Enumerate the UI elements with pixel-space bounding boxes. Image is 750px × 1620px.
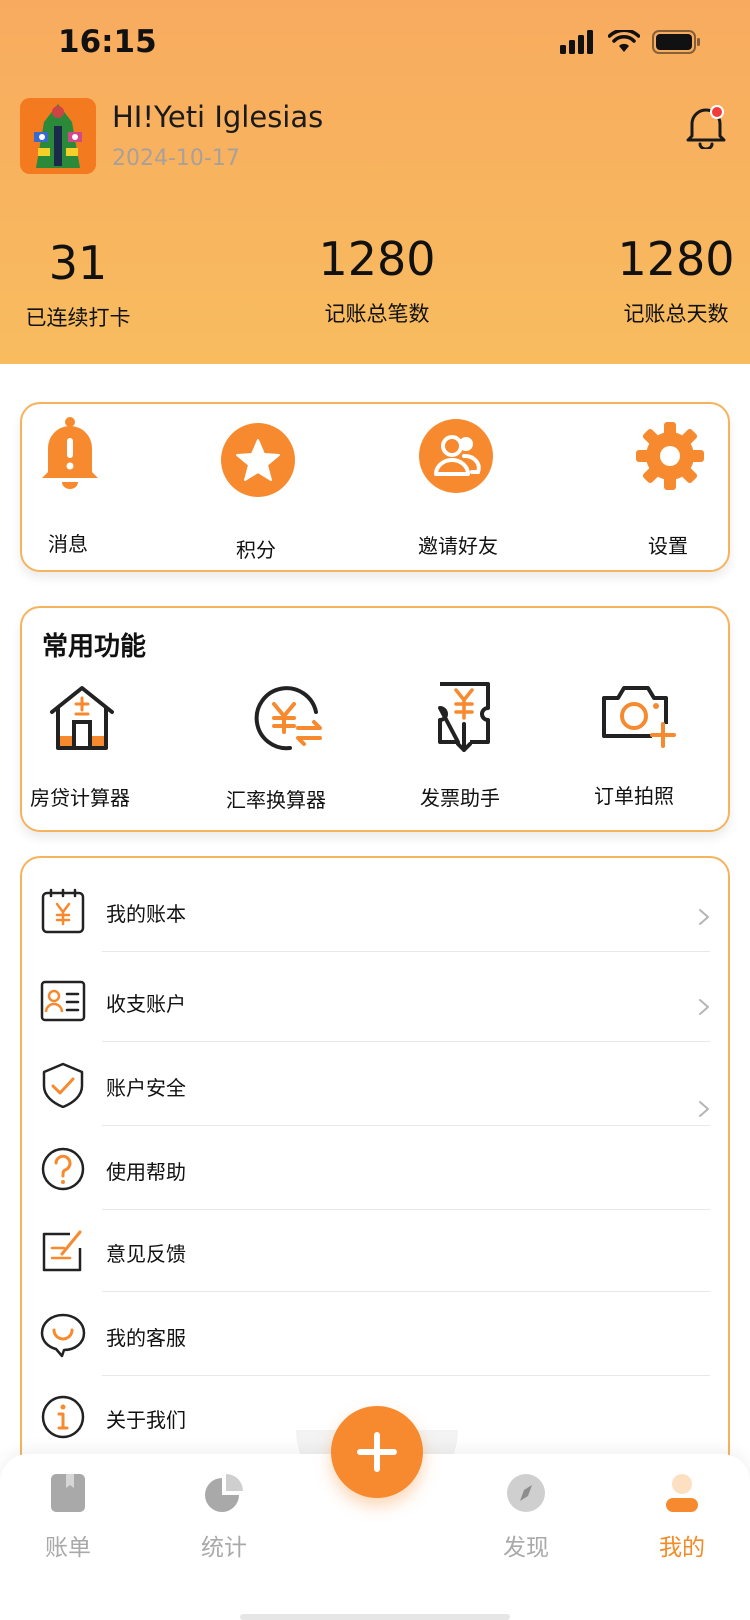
menu-item-help[interactable]: 使用帮助 xyxy=(22,1126,728,1210)
stat-label: 已连续打卡 xyxy=(25,306,131,330)
tab-label: 发现 xyxy=(503,1535,549,1561)
info-icon xyxy=(41,1395,85,1439)
menu-item-label: 我的客服 xyxy=(106,1326,186,1350)
function-label: 房贷计算器 xyxy=(30,786,130,810)
menu-item-label: 账户安全 xyxy=(106,1076,186,1100)
menu-item-my-ledger[interactable]: 我的账本 xyxy=(22,868,728,952)
menu-item-customer-service[interactable]: 我的客服 xyxy=(22,1292,728,1376)
users-icon xyxy=(419,419,493,493)
quick-action-label: 邀请好友 xyxy=(418,534,498,558)
function-label: 发票助手 xyxy=(420,786,500,810)
quick-action-label: 积分 xyxy=(236,538,276,562)
pie-chart-icon xyxy=(205,1474,243,1512)
compass-icon xyxy=(507,1474,545,1512)
stat-value: 1280 xyxy=(617,232,735,286)
status-icons xyxy=(560,30,702,54)
avatar[interactable] xyxy=(20,98,96,174)
battery-icon xyxy=(652,30,700,54)
chevron-right-icon xyxy=(699,909,709,925)
gear-icon xyxy=(636,422,704,490)
menu-item-accounts[interactable]: 收支账户 xyxy=(22,958,728,1042)
avatar-image xyxy=(20,98,96,174)
stat-checkin: 31 已连续打卡 xyxy=(20,236,136,332)
customer-service-icon xyxy=(40,1313,86,1358)
tab-discover[interactable]: 发现 xyxy=(476,1472,576,1562)
menu-item-label: 收支账户 xyxy=(106,992,186,1016)
menu-list-card: 我的账本 收支账户 账户安全 使用帮助 意见反馈 我的客服 关于我们 xyxy=(20,856,730,1476)
quick-action-settings[interactable]: 设置 xyxy=(634,418,710,568)
profile-header: 16:15 HI!Yeti Iglesias 2024-10-17 31 已连续… xyxy=(0,0,750,364)
person-icon xyxy=(666,1474,698,1512)
divider xyxy=(102,951,710,952)
wifi-icon xyxy=(608,30,640,52)
quick-action-points[interactable]: 积分 xyxy=(220,422,296,572)
plus-icon xyxy=(357,1432,397,1472)
tab-bills[interactable]: 账单 xyxy=(18,1472,118,1562)
stat-total-records: 1280 记账总笔数 xyxy=(315,232,439,328)
currency-exchange-icon[interactable] xyxy=(250,680,326,756)
common-functions-card: 常用功能 房贷计算器 汇率换算器 发票助手 订单拍照 xyxy=(20,606,730,832)
signal-icon xyxy=(560,30,593,54)
tab-label: 统计 xyxy=(201,1535,247,1561)
menu-item-feedback[interactable]: 意见反馈 xyxy=(22,1208,728,1292)
home-indicator xyxy=(240,1614,510,1620)
section-title: 常用功能 xyxy=(42,632,147,662)
notification-bell-icon[interactable] xyxy=(684,103,728,149)
menu-item-security[interactable]: 账户安全 xyxy=(22,1042,728,1126)
bell-alert-icon xyxy=(42,417,98,489)
tab-mine[interactable]: 我的 xyxy=(632,1472,732,1562)
function-label: 汇率换算器 xyxy=(226,788,326,812)
chevron-right-icon xyxy=(699,999,709,1015)
bill-icon xyxy=(51,1474,85,1512)
menu-item-label: 关于我们 xyxy=(106,1408,186,1432)
stat-total-days: 1280 记账总天数 xyxy=(614,232,738,328)
feedback-icon xyxy=(42,1230,82,1272)
status-time: 16:15 xyxy=(58,24,157,60)
quick-action-label: 设置 xyxy=(648,534,688,558)
status-bar: 16:15 xyxy=(0,0,750,90)
tab-stats[interactable]: 统计 xyxy=(174,1472,274,1562)
help-icon xyxy=(41,1147,85,1191)
tab-label: 账单 xyxy=(45,1535,91,1561)
menu-item-label: 我的账本 xyxy=(106,902,186,926)
date-text: 2024-10-17 xyxy=(112,146,240,171)
stat-label: 记账总笔数 xyxy=(324,302,430,326)
stat-value: 31 xyxy=(48,236,108,290)
stat-label: 记账总天数 xyxy=(623,302,729,326)
tab-label: 我的 xyxy=(659,1535,705,1561)
ledger-icon xyxy=(41,888,85,934)
shield-check-icon xyxy=(42,1062,84,1108)
invoice-icon[interactable] xyxy=(434,680,494,756)
stat-value: 1280 xyxy=(318,232,436,286)
quick-action-messages[interactable]: 消息 xyxy=(38,416,102,566)
greeting-text: HI!Yeti Iglesias xyxy=(112,100,324,134)
menu-item-label: 意见反馈 xyxy=(106,1242,186,1266)
function-label: 订单拍照 xyxy=(594,784,674,808)
menu-item-label: 使用帮助 xyxy=(106,1160,186,1184)
quick-actions-card: 消息 积分 邀请好友 设置 xyxy=(20,402,730,572)
house-calculator-icon[interactable] xyxy=(46,682,118,754)
quick-action-label: 消息 xyxy=(48,532,88,556)
account-card-icon xyxy=(40,980,86,1022)
star-icon xyxy=(221,423,295,497)
quick-action-invite[interactable]: 邀请好友 xyxy=(398,418,528,568)
add-record-button[interactable] xyxy=(331,1406,423,1498)
camera-add-icon[interactable] xyxy=(600,678,676,754)
chevron-right-icon xyxy=(699,1101,709,1117)
